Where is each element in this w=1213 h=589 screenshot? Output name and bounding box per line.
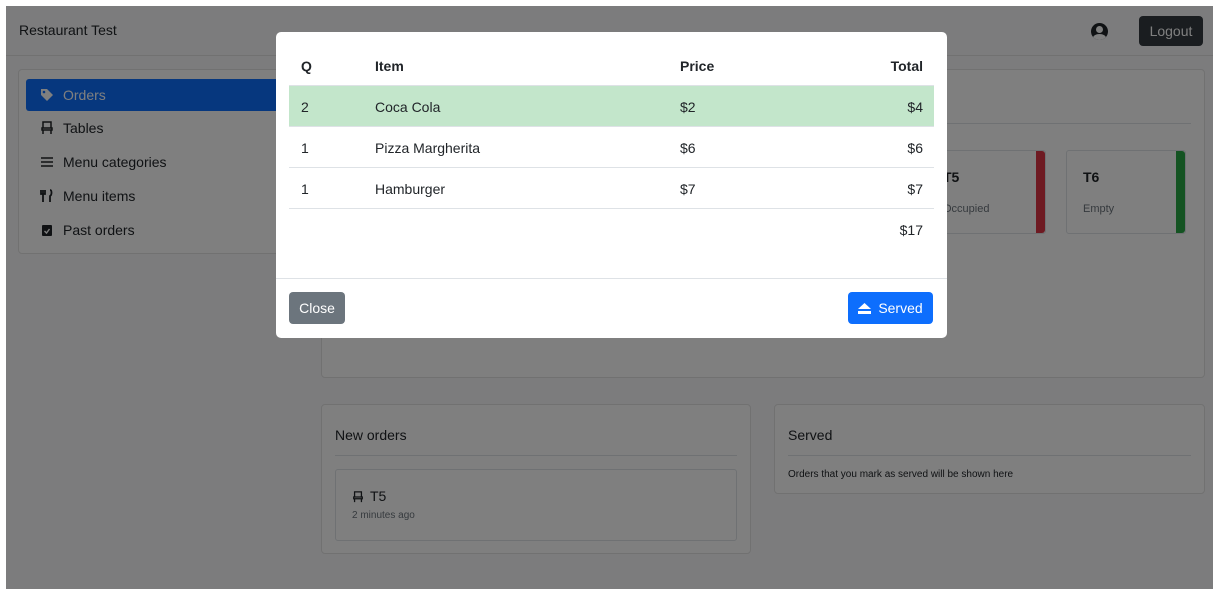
header-q: Q	[301, 58, 312, 74]
order-details-modal: Q Item Price Total 2 Coca Cola $2 $4 1 P…	[276, 32, 947, 338]
cell-item: Coca Cola	[375, 99, 441, 115]
header-total: Total	[890, 58, 923, 74]
served-button-label: Served	[878, 300, 923, 316]
grand-total: $17	[899, 222, 923, 238]
table-row: 1 Hamburger $7 $7	[289, 168, 934, 209]
grand-total-row: $17	[289, 209, 934, 250]
cell-price: $2	[680, 99, 696, 115]
table-row: 1 Pizza Margherita $6 $6	[289, 127, 934, 168]
order-items-table: Q Item Price Total 2 Coca Cola $2 $4 1 P…	[289, 45, 934, 250]
eject-icon	[858, 302, 872, 314]
cell-item: Hamburger	[375, 181, 446, 197]
cell-item: Pizza Margherita	[375, 140, 481, 156]
cell-quantity: 1	[301, 181, 309, 197]
cell-price: $7	[680, 181, 696, 197]
cell-price: $6	[680, 140, 696, 156]
close-button[interactable]: Close	[289, 292, 345, 324]
cell-quantity: 1	[301, 140, 309, 156]
cell-quantity: 2	[301, 99, 309, 115]
table-row: 2 Coca Cola $2 $4	[289, 86, 934, 127]
modal-footer-divider	[276, 278, 947, 279]
cell-total: $7	[907, 181, 923, 197]
served-button[interactable]: Served	[848, 292, 933, 324]
cell-total: $4	[907, 99, 923, 115]
cell-total: $6	[907, 140, 923, 156]
table-header-row: Q Item Price Total	[289, 45, 934, 86]
header-price: Price	[680, 58, 715, 74]
header-item: Item	[375, 58, 404, 74]
